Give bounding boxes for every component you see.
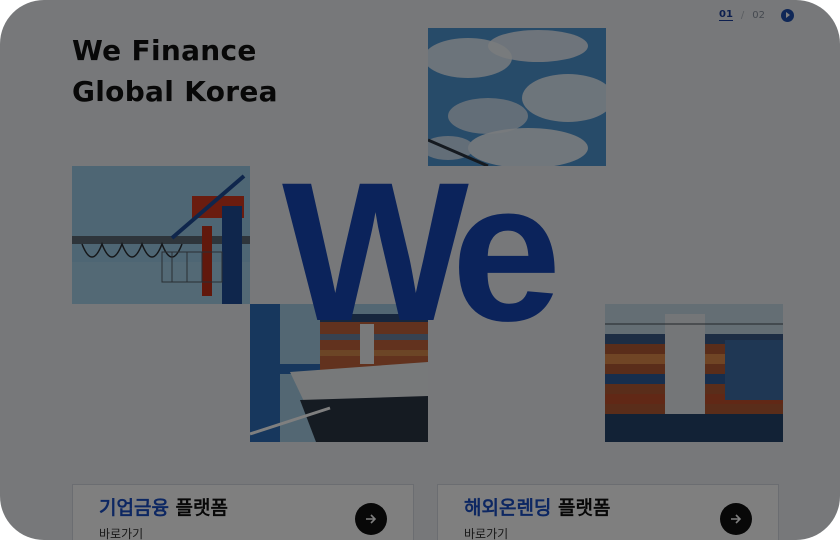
arrow-right-icon[interactable] (355, 503, 387, 535)
corporate-finance-card[interactable]: 기업금융 플랫폼 바로가기 (72, 484, 414, 540)
card-title-highlight: 해외온렌딩 (464, 497, 552, 519)
main-visual: We Finance Global Korea 01 / 02 We 기업금융 … (0, 0, 840, 540)
arrow-right-icon[interactable] (720, 503, 752, 535)
overseas-onlending-card[interactable]: 해외온렌딩 플랫폼 바로가기 (437, 484, 779, 540)
pager-total[interactable]: 02 (752, 10, 765, 21)
play-icon[interactable] (781, 8, 795, 22)
headline: We Finance Global Korea (72, 30, 278, 112)
card-title-highlight: 기업금융 (99, 497, 169, 519)
card-title-rest: 플랫폼 (168, 497, 228, 519)
card-title: 해외온렌딩 플랫폼 (464, 495, 752, 521)
card-title-rest: 플랫폼 (551, 497, 611, 519)
headline-line-1: We Finance (72, 34, 257, 67)
pager-current[interactable]: 01 (719, 9, 733, 21)
headline-line-2: Global Korea (72, 75, 278, 108)
stacked-containers-photo (605, 304, 783, 442)
slide-pager: 01 / 02 (719, 8, 795, 22)
port-crane-photo (72, 166, 250, 304)
pager-separator: / (740, 9, 745, 21)
card-shortcut-link[interactable]: 바로가기 (464, 525, 752, 540)
card-title: 기업금융 플랫폼 (99, 495, 387, 521)
card-shortcut-link[interactable]: 바로가기 (99, 525, 387, 540)
hero-we-text: We (282, 141, 561, 362)
